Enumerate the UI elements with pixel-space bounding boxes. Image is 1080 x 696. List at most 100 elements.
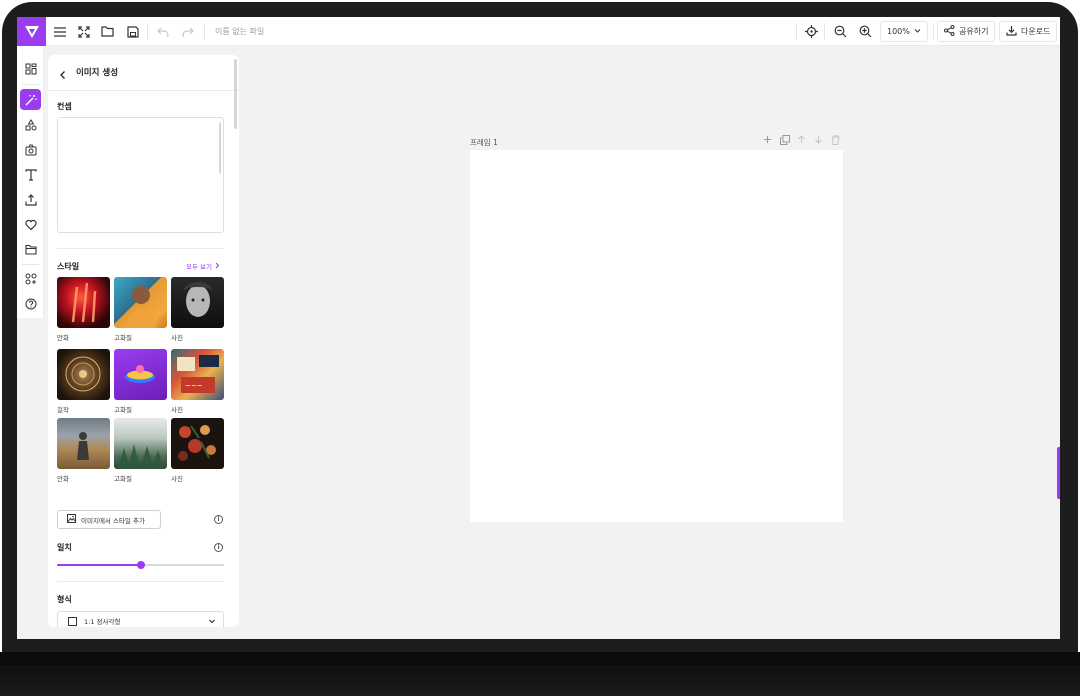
zoom-value: 100% xyxy=(887,27,910,36)
add-style-from-image-button[interactable]: 이미지에서 스타일 추가 xyxy=(57,510,161,529)
format-label: 형식 xyxy=(57,595,72,604)
style-card[interactable]: 고화질 xyxy=(114,277,167,342)
prompt-textarea[interactable] xyxy=(57,117,224,233)
zoom-select[interactable]: 100% xyxy=(880,21,928,42)
trash-icon[interactable] xyxy=(830,134,841,145)
panel-title: 이미지 생성 xyxy=(76,68,119,78)
text-icon[interactable] xyxy=(20,164,41,185)
chevron-down-icon xyxy=(208,617,216,627)
duplicate-icon[interactable] xyxy=(779,134,790,145)
style-card[interactable]: 걸작 xyxy=(57,349,110,414)
match-slider-fill xyxy=(57,564,141,566)
style-card[interactable]: 고화질 xyxy=(114,418,167,483)
toolbar-divider xyxy=(933,23,934,40)
shapes-icon[interactable] xyxy=(20,114,41,135)
style-caption: 사진 xyxy=(171,334,183,342)
upload-icon[interactable] xyxy=(20,189,41,210)
arrow-down-icon[interactable] xyxy=(813,134,824,145)
square-icon xyxy=(68,617,77,626)
laptop-mockup: 이름 없는 파일 100% 공유하기 다운로드 이미지 생성 컨셉 스타일 모두… xyxy=(0,0,1080,696)
zoom-out-icon[interactable] xyxy=(832,23,849,40)
prompt-scrollbar[interactable] xyxy=(219,122,221,174)
style-caption: 사진 xyxy=(171,475,183,483)
canvas-frame[interactable] xyxy=(470,150,843,522)
toolbar-divider xyxy=(147,23,148,40)
camera-icon[interactable] xyxy=(20,139,41,160)
frame-toolbar xyxy=(762,134,841,145)
prompt-label: 컨셉 xyxy=(57,102,72,111)
share-label: 공유하기 xyxy=(959,27,989,36)
crosshair-icon[interactable] xyxy=(803,23,820,40)
add-style-label: 이미지에서 스타일 추가 xyxy=(81,516,145,525)
section-divider xyxy=(57,581,224,582)
top-toolbar: 이름 없는 파일 100% 공유하기 다운로드 xyxy=(17,17,1060,46)
open-folder-icon[interactable] xyxy=(99,23,116,40)
back-arrow-icon[interactable] xyxy=(59,65,67,84)
zoom-in-icon[interactable] xyxy=(857,23,874,40)
section-divider xyxy=(57,248,224,249)
app-screen: 이름 없는 파일 100% 공유하기 다운로드 이미지 생성 컨셉 스타일 모두… xyxy=(17,17,1060,639)
download-button[interactable]: 다운로드 xyxy=(999,21,1058,42)
arrow-up-icon[interactable] xyxy=(796,134,807,145)
style-thumbnail xyxy=(57,349,110,400)
style-card[interactable]: 고화질 xyxy=(114,349,167,414)
save-icon[interactable] xyxy=(124,23,141,40)
style-thumbnail xyxy=(114,277,167,328)
share-icon xyxy=(944,25,955,38)
style-card[interactable]: 만화 xyxy=(57,418,110,483)
format-value: 1:1 정사각형 xyxy=(84,618,121,626)
see-all-label: 모두 보기 xyxy=(186,263,212,271)
share-button[interactable]: 공유하기 xyxy=(937,21,996,42)
style-card[interactable]: ~~~ 사진 xyxy=(171,349,224,414)
magic-wand-icon[interactable] xyxy=(20,89,41,110)
panel-scrollbar[interactable] xyxy=(234,59,237,129)
apps-icon[interactable] xyxy=(20,268,41,289)
menu-icon[interactable] xyxy=(51,23,68,40)
chevron-down-icon xyxy=(914,27,921,36)
fullscreen-icon[interactable] xyxy=(75,23,92,40)
tool-rail xyxy=(17,46,44,318)
add-icon[interactable] xyxy=(762,134,773,145)
svg-text:~~~: ~~~ xyxy=(185,382,203,390)
toolbar-divider xyxy=(824,23,825,40)
help-icon[interactable] xyxy=(20,293,41,314)
download-icon xyxy=(1006,25,1017,38)
match-slider-thumb[interactable] xyxy=(136,561,145,569)
toolbar-divider xyxy=(796,23,797,40)
style-thumbnail xyxy=(171,418,224,469)
app-logo[interactable] xyxy=(17,17,46,46)
style-thumbnail xyxy=(114,418,167,469)
panel-header: 이미지 생성 xyxy=(48,55,239,91)
info-icon[interactable]: i xyxy=(214,543,223,552)
file-name[interactable]: 이름 없는 파일 xyxy=(215,26,264,37)
see-all-link[interactable]: 모두 보기 xyxy=(186,261,220,271)
style-thumbnail: ~~~ xyxy=(171,349,224,400)
match-slider[interactable] xyxy=(57,561,224,569)
heart-icon[interactable] xyxy=(20,214,41,235)
toolbar-divider xyxy=(204,23,205,40)
style-card[interactable]: 사진 xyxy=(171,418,224,483)
style-caption: 고화질 xyxy=(114,334,132,342)
style-caption: 고화질 xyxy=(114,406,132,414)
info-icon[interactable]: i xyxy=(214,515,223,524)
style-thumbnail xyxy=(114,349,167,400)
image-generation-panel: 이미지 생성 컨셉 스타일 모두 보기 만화 고화질 사진 걸작 고화질 ~~~… xyxy=(48,55,239,627)
style-card[interactable]: 만화 xyxy=(57,277,110,342)
style-label: 스타일 xyxy=(57,262,80,271)
templates-icon[interactable] xyxy=(20,58,41,79)
style-caption: 만화 xyxy=(57,475,69,483)
rail-divider xyxy=(22,84,39,85)
style-caption: 고화질 xyxy=(114,475,132,483)
undo-icon[interactable] xyxy=(154,23,171,40)
side-panel-handle[interactable] xyxy=(1057,447,1060,499)
style-caption: 만화 xyxy=(57,334,69,342)
style-thumbnail xyxy=(57,277,110,328)
frame-label[interactable]: 프레임 1 xyxy=(470,137,498,148)
style-thumbnail xyxy=(57,418,110,469)
style-card[interactable]: 사진 xyxy=(171,277,224,342)
folder-icon[interactable] xyxy=(20,239,41,260)
redo-icon[interactable] xyxy=(179,23,196,40)
format-select[interactable]: 1:1 정사각형 xyxy=(57,611,224,627)
image-icon xyxy=(67,514,76,525)
match-label: 일치 xyxy=(57,543,72,552)
